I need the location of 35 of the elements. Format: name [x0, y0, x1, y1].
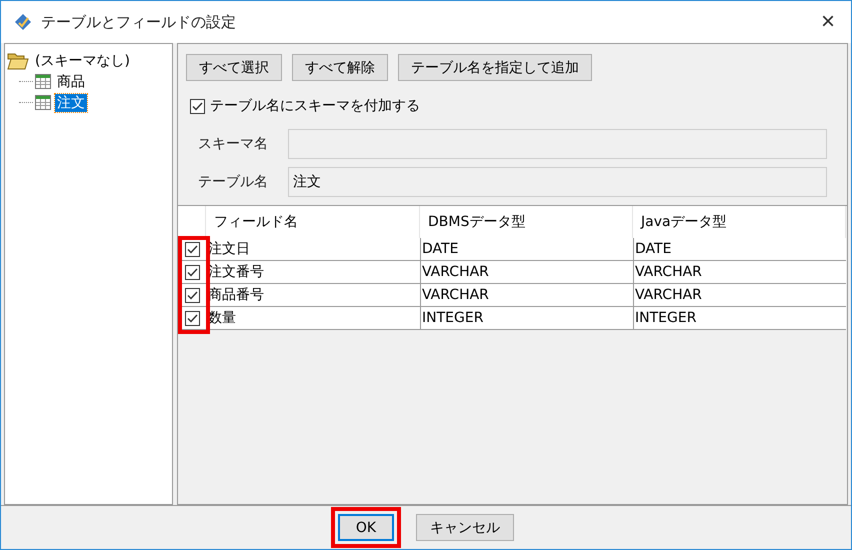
checkbox[interactable]: [190, 98, 205, 114]
app-icon: [13, 12, 33, 32]
toolbar-button[interactable]: すべて解除: [292, 54, 388, 81]
column-header[interactable]: フィールド名: [206, 206, 420, 238]
input-field[interactable]: 注文: [288, 167, 827, 197]
close-button[interactable]: ×: [816, 8, 839, 36]
checkbox[interactable]: [184, 288, 200, 302]
tree-item[interactable]: 商品: [55, 72, 87, 90]
table-cell: VARCHAR: [420, 261, 633, 284]
table-cell: INTEGER: [633, 307, 846, 330]
checkbox[interactable]: [184, 264, 200, 280]
checkbox-label: テーブル名にスキーマを付加する: [210, 97, 420, 115]
checkbox[interactable]: [184, 242, 200, 256]
dialog-button[interactable]: OK: [338, 514, 394, 541]
input-field[interactable]: [288, 129, 827, 159]
checkbox[interactable]: [184, 310, 200, 326]
toolbar-button[interactable]: テーブル名を指定して追加: [398, 54, 592, 81]
column-header[interactable]: DBMSデータ型: [420, 206, 633, 238]
field-label: テーブル名: [198, 173, 269, 191]
table-cell: VARCHAR: [420, 284, 633, 307]
table-cell: DATE: [633, 238, 846, 261]
tree-item[interactable]: 注文: [55, 94, 87, 112]
open-folder-icon[interactable]: [7, 52, 29, 70]
table-icon: [35, 74, 51, 89]
dialog-button[interactable]: キャンセル: [416, 514, 514, 541]
toolbar-button[interactable]: すべて選択: [186, 54, 282, 81]
table-icon: [35, 95, 51, 110]
table-cell: VARCHAR: [633, 284, 846, 307]
table-cell: VARCHAR: [633, 261, 846, 284]
tree-item[interactable]: (スキーマなし): [33, 52, 132, 70]
field-label: スキーマ名: [198, 135, 269, 153]
column-header[interactable]: Javaデータ型: [633, 206, 846, 238]
window-title: テーブルとフィールドの設定: [41, 12, 237, 32]
table-cell: DATE: [420, 238, 633, 261]
table-cell: INTEGER: [420, 307, 633, 330]
